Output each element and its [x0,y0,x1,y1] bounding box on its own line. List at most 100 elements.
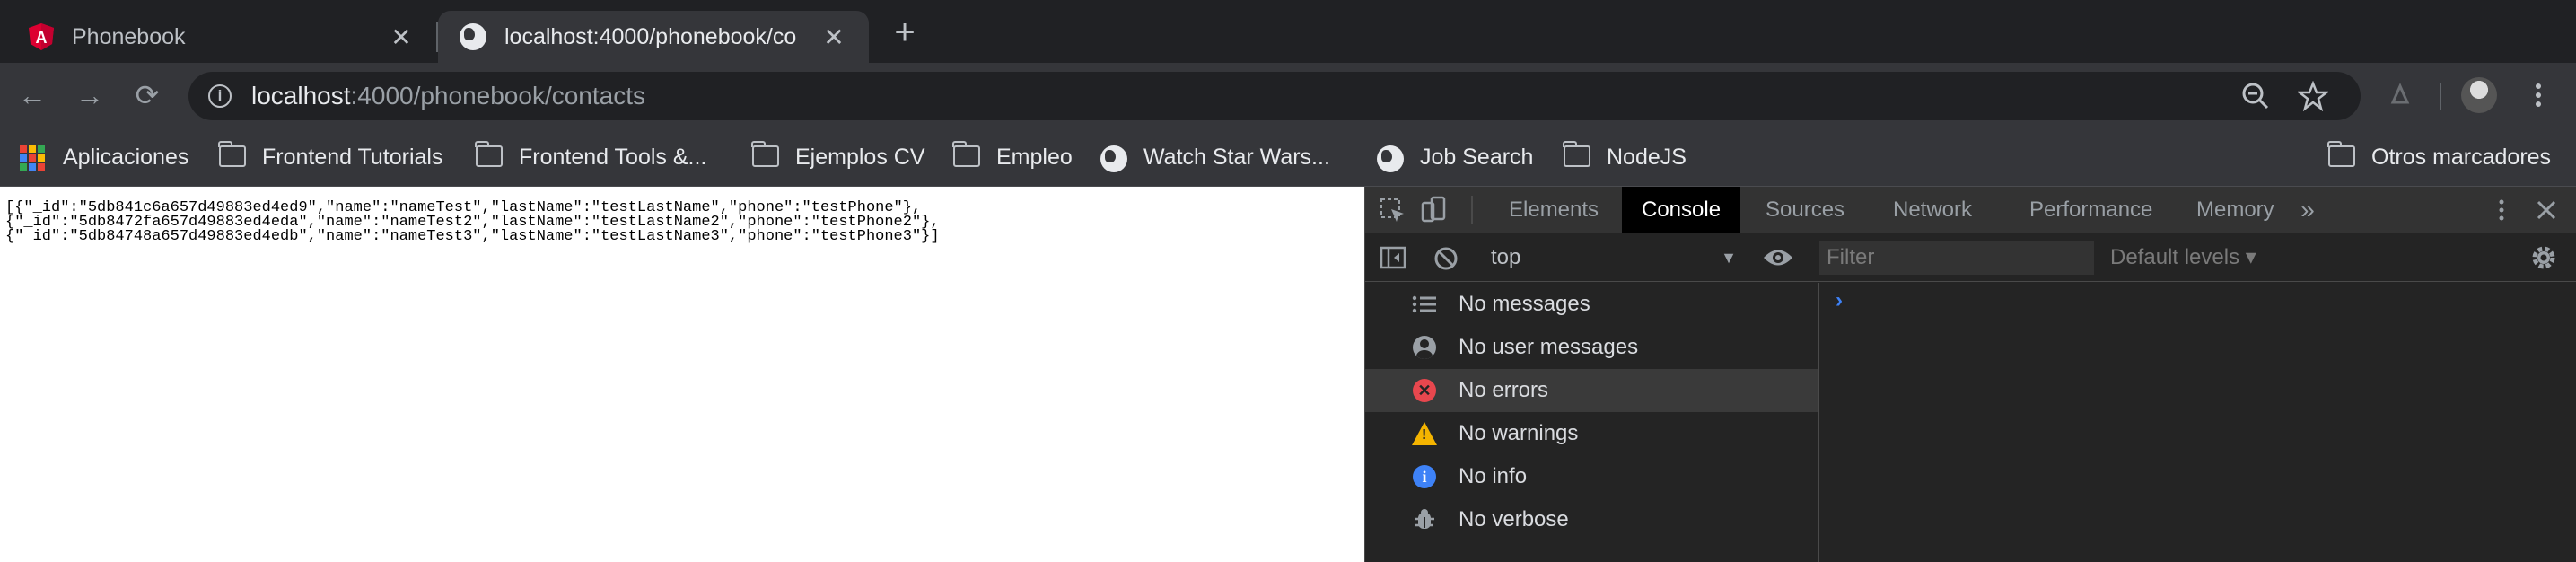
bookmark-label: Job Search [1420,144,1534,170]
tab-console[interactable]: Console [1622,187,1741,233]
globe-icon [1377,145,1404,172]
close-icon[interactable]: ✕ [388,22,415,52]
devtools-panel: Elements Console Sources Network Perform… [1364,187,2576,562]
json-line: {"_id":"5db84748a657d49883ed4edb","name"… [5,228,940,245]
close-icon[interactable]: ✕ [820,22,847,52]
sidebar-item-user-messages[interactable]: No user messages [1365,326,1818,369]
page-content: [{"_id":"5db841c6a657d49883ed4ed9","name… [0,187,1364,562]
bookmark-nodejs[interactable]: NodeJS [1563,140,1687,174]
sidebar-item-label: No errors [1459,378,1549,402]
svg-text:A: A [36,29,48,47]
new-tab-button[interactable]: + [885,13,924,52]
info-icon[interactable]: i [208,84,232,108]
zoom-icon[interactable] [2240,81,2271,111]
star-icon[interactable] [2298,81,2328,111]
sidebar-item-label: No warnings [1459,421,1579,445]
sidebar-item-label: No user messages [1459,335,1639,359]
console-toolbar: top ▼ Default levels ▾ [1365,233,2576,282]
bookmark-label: Frontend Tutorials [262,144,443,170]
devtools-tabbar: Elements Console Sources Network Perform… [1365,187,2576,233]
info-icon: i [1413,465,1436,488]
more-tabs-icon[interactable]: » [2293,187,2322,233]
globe-icon [1100,145,1127,172]
browser-toolbar: ← → ⟳ i localhost:4000/phonebook/contact… [0,63,2576,127]
apps-icon [20,145,48,171]
sidebar-item-verbose[interactable]: No verbose [1365,498,1818,541]
bookmark-empleo[interactable]: Empleo [952,140,1073,174]
error-icon: ✕ [1413,379,1436,402]
url-text: localhost:4000/phonebook/contacts [251,82,645,110]
sidebar-item-info[interactable]: i No info [1365,455,1818,498]
list-icon [1412,292,1437,317]
divider [1471,196,1473,224]
angular-icon: A [29,23,54,50]
bookmark-label: Empleo [996,144,1073,170]
sidebar-item-label: No info [1459,464,1528,488]
tab-title: Phonebook [72,23,186,49]
devtools-menu-icon[interactable] [2491,196,2512,224]
filter-input[interactable] [1819,241,2094,275]
folder-icon [218,141,246,167]
tab-memory[interactable]: Memory [2177,187,2294,233]
user-icon [1413,336,1436,359]
inspect-icon[interactable] [1380,198,1406,224]
menu-icon[interactable] [2528,79,2549,111]
bookmark-label: NodeJS [1607,144,1687,170]
chevron-down-icon: ▼ [1721,249,1737,267]
bookmark-label: Watch Star Wars... [1143,144,1330,170]
warning-icon: ! [1412,422,1437,445]
console-sidebar: No messages No user messages ✕ No errors… [1365,283,1819,562]
back-button[interactable]: ← [11,74,54,117]
device-toolbar-icon[interactable] [1419,196,1448,224]
url-host: localhost [251,82,351,110]
tab-contacts[interactable]: localhost:4000/phonebook/co ✕ [438,11,869,63]
bookmark-frontend-tutorials[interactable]: Frontend Tutorials [218,140,443,174]
avatar[interactable] [2461,77,2497,113]
sidebar-item-label: No verbose [1459,507,1569,531]
close-devtools-icon[interactable] [2536,199,2557,221]
tab-strip: A Phonebook ✕ localhost:4000/phonebook/c… [0,0,2576,63]
gear-icon[interactable] [2530,244,2557,271]
url-path: :4000/phonebook/contacts [350,82,645,110]
bookmark-otros-marcadores[interactable]: Otros marcadores [2327,140,2552,174]
verbose-icon [1412,507,1437,532]
extension-icon[interactable] [2384,79,2416,111]
tab-performance[interactable]: Performance [2010,187,2172,233]
address-bar[interactable]: i localhost:4000/phonebook/contacts [188,72,2361,120]
folder-icon [2327,141,2355,167]
sidebar-item-warnings[interactable]: ! No warnings [1365,412,1818,455]
console-output[interactable]: › [1819,283,2576,562]
sidebar-item-label: No messages [1459,292,1590,316]
tab-network[interactable]: Network [1873,187,1992,233]
clear-console-icon[interactable] [1433,246,1459,271]
json-response: [{"_id":"5db841c6a657d49883ed4ed9","name… [0,187,1364,244]
context-label: top [1491,245,1521,269]
reload-button[interactable]: ⟳ [126,74,169,117]
tab-title: localhost:4000/phonebook/co [504,23,797,49]
bookmark-watch-star-wars[interactable]: Watch Star Wars... [1100,140,1330,174]
tab-elements[interactable]: Elements [1489,187,1618,233]
sidebar-item-messages[interactable]: No messages [1365,283,1818,326]
context-selector[interactable]: top ▼ [1491,242,1737,273]
bookmark-aplicaciones[interactable]: Aplicaciones [20,140,188,174]
bookmarks-bar: Aplicaciones Frontend Tutorials Frontend… [0,127,2576,187]
toolbar-divider [2440,83,2441,110]
bookmark-frontend-tools[interactable]: Frontend Tools &... [475,140,707,174]
bookmark-label: Otros marcadores [2371,144,2552,170]
bookmark-label: Ejemplos CV [795,144,925,170]
bookmark-label: Aplicaciones [63,144,189,170]
folder-icon [952,141,980,167]
folder-icon [475,141,503,167]
folder-icon [1563,141,1590,167]
eye-icon[interactable] [1762,246,1794,269]
sidebar-toggle-icon[interactable] [1380,246,1406,269]
bookmark-ejemplos-cv[interactable]: Ejemplos CV [751,140,925,174]
bookmark-job-search[interactable]: Job Search [1377,140,1533,174]
tab-sources[interactable]: Sources [1746,187,1864,233]
bookmark-label: Frontend Tools &... [519,144,707,170]
tab-phonebook[interactable]: A Phonebook ✕ [7,11,436,63]
sidebar-item-errors[interactable]: ✕ No errors [1365,369,1818,412]
log-levels-dropdown[interactable]: Default levels ▾ [2110,242,2256,273]
console-prompt[interactable]: › [1836,288,1843,313]
forward-button[interactable]: → [68,74,111,117]
